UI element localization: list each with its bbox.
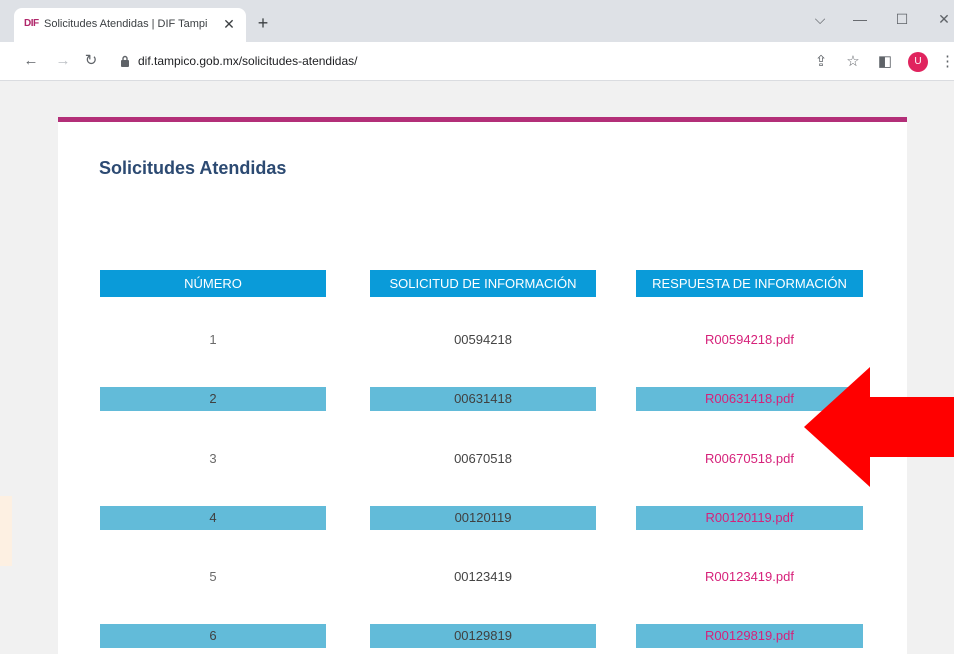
response-pdf-link[interactable]: R00123419.pdf	[636, 565, 863, 589]
request-id: 00123419	[454, 569, 512, 584]
tab-search-icon[interactable]: ⌵	[806, 8, 834, 30]
minimize-icon[interactable]: —	[846, 8, 874, 30]
response-pdf-link[interactable]: R00120119.pdf	[636, 506, 863, 530]
share-icon[interactable]: ⇪	[810, 51, 832, 73]
row-number: 3	[209, 451, 217, 466]
new-tab-icon[interactable]: +	[252, 12, 274, 34]
request-id: 00631418	[370, 387, 596, 411]
header-respuesta: RESPUESTA DE INFORMACIÓN	[636, 270, 863, 297]
lock-icon	[121, 55, 129, 67]
forward-icon[interactable]: →	[52, 50, 74, 72]
table-row: 2 00631418 R00631418.pdf	[58, 387, 907, 411]
request-id: 00129819	[370, 624, 596, 648]
browser-menu-icon[interactable]: ⋮	[940, 51, 954, 73]
table-row: 1 00594218 R00594218.pdf	[58, 328, 907, 352]
response-pdf-link[interactable]: R00594218.pdf	[636, 328, 863, 352]
browser-toolbar: ← → ↻ dif.tampico.gob.mx/solicitudes-ate…	[0, 42, 954, 81]
page-title: Solicitudes Atendidas	[99, 158, 287, 178]
header-numero: NÚMERO	[100, 270, 326, 297]
browser-tab[interactable]: DIF Solicitudes Atendidas | DIF Tampi ✕	[14, 8, 246, 42]
url-text: dif.tampico.gob.mx/solicitudes-atendidas…	[138, 54, 358, 68]
maximize-icon[interactable]: ☐	[888, 8, 916, 30]
red-annotation-arrow-icon	[804, 367, 954, 487]
bookmark-star-icon[interactable]: ☆	[842, 51, 864, 73]
page-viewport: Solicitudes Atendidas NÚMERO SOLICITUD D…	[0, 81, 954, 654]
side-tab	[0, 496, 12, 566]
browser-tab-bar: DIF Solicitudes Atendidas | DIF Tampi ✕ …	[0, 0, 954, 42]
address-bar[interactable]: dif.tampico.gob.mx/solicitudes-atendidas…	[108, 48, 808, 74]
request-id: 00670518	[454, 451, 512, 466]
close-window-icon[interactable]: ✕	[930, 8, 954, 30]
site-favicon-icon: DIF	[24, 18, 39, 29]
side-panel-icon[interactable]: ◧	[874, 51, 896, 73]
row-number: 6	[100, 624, 326, 648]
header-solicitud: SOLICITUD DE INFORMACIÓN	[370, 270, 596, 297]
row-number: 5	[209, 569, 217, 584]
row-number: 1	[209, 332, 217, 347]
request-id: 00120119	[370, 506, 596, 530]
table-row: 3 00670518 R00670518.pdf	[58, 447, 907, 471]
row-number: 2	[100, 387, 326, 411]
tab-close-icon[interactable]: ✕	[220, 15, 238, 33]
response-pdf-link[interactable]: R00129819.pdf	[636, 624, 863, 648]
table-row: 6 00129819 R00129819.pdf	[58, 624, 907, 648]
table-row: 4 00120119 R00120119.pdf	[58, 506, 907, 530]
content-card: Solicitudes Atendidas NÚMERO SOLICITUD D…	[58, 117, 907, 654]
request-id: 00594218	[454, 332, 512, 347]
tab-title: Solicitudes Atendidas | DIF Tampi	[44, 18, 208, 30]
profile-avatar[interactable]: U	[908, 52, 928, 72]
reload-icon[interactable]: ↻	[80, 50, 102, 72]
table-row: 5 00123419 R00123419.pdf	[58, 565, 907, 589]
row-number: 4	[100, 506, 326, 530]
back-icon[interactable]: ←	[20, 50, 42, 72]
